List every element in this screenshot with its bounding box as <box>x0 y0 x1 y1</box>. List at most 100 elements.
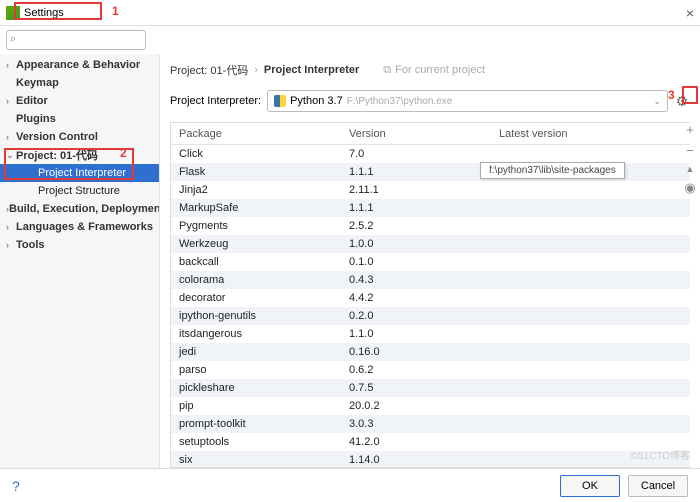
table-row[interactable]: MarkupSafe1.1.1 <box>171 199 690 217</box>
cell-version: 1.1.0 <box>341 328 491 340</box>
titlebar: Settings × <box>0 0 700 26</box>
cell-package: Pygments <box>171 220 341 232</box>
cell-version: 0.7.5 <box>341 382 491 394</box>
sidebar-item-label: Plugins <box>16 113 56 125</box>
cell-version: 2.5.2 <box>341 220 491 232</box>
sidebar-item[interactable]: Keymap <box>0 74 159 92</box>
interpreter-dropdown[interactable]: Python 3.7 F:\Python37\python.exe ⌄ <box>267 90 668 112</box>
chevron-down-icon: ⌄ <box>653 96 661 107</box>
sidebar-item-label: Languages & Frameworks <box>16 221 153 233</box>
caret-icon: › <box>6 60 16 70</box>
ok-button[interactable]: OK <box>560 475 620 497</box>
cell-version: 41.2.0 <box>341 436 491 448</box>
upgrade-package-button[interactable]: ▲ <box>686 164 695 174</box>
watermark: ©51CTO博客 <box>631 447 690 462</box>
col-latest[interactable]: Latest version <box>491 128 690 140</box>
cell-package: Werkzeug <box>171 238 341 250</box>
caret-icon: › <box>6 96 16 106</box>
sidebar-item[interactable]: ›Languages & Frameworks <box>0 218 159 236</box>
sidebar-item[interactable]: ›Version Control <box>0 128 159 146</box>
table-row[interactable]: jedi0.16.0 <box>171 343 690 361</box>
sidebar-item[interactable]: ›Tools <box>0 236 159 254</box>
cell-version: 0.4.3 <box>341 274 491 286</box>
cell-version: 20.0.2 <box>341 400 491 412</box>
sidebar-item[interactable]: ›Appearance & Behavior <box>0 56 159 74</box>
footer: ? OK Cancel <box>0 468 700 502</box>
cell-version: 4.4.2 <box>341 292 491 304</box>
table-body: Click7.0Flask1.1.1Jinja22.11.1MarkupSafe… <box>171 145 690 468</box>
cell-package: jedi <box>171 346 341 358</box>
show-paths-button[interactable]: ◉ <box>684 180 695 196</box>
cell-package: MarkupSafe <box>171 202 341 214</box>
caret-icon: › <box>6 240 16 250</box>
table-row[interactable]: colorama0.4.3 <box>171 271 690 289</box>
window-title: Settings <box>24 7 64 19</box>
cell-version: 0.6.2 <box>341 364 491 376</box>
table-row[interactable]: Werkzeug1.0.0 <box>171 235 690 253</box>
table-row[interactable]: setuptools41.2.0 <box>171 433 690 451</box>
caret-icon: › <box>6 132 16 142</box>
sidebar-item[interactable]: ⌄Project: 01-代码 <box>0 146 159 164</box>
cell-version: 1.14.0 <box>341 454 491 466</box>
package-actions: + − ▲ ◉ <box>680 122 700 196</box>
cell-version: 2.11.1 <box>341 184 491 196</box>
sidebar-item[interactable]: ›Editor <box>0 92 159 110</box>
cell-package: ipython-genutils <box>171 310 341 322</box>
interpreter-name: Python 3.7 <box>290 95 343 107</box>
col-version[interactable]: Version <box>341 128 491 140</box>
cell-package: Click <box>171 148 341 160</box>
table-row[interactable]: Pygments2.5.2 <box>171 217 690 235</box>
sidebar-item-label: Version Control <box>16 131 98 143</box>
table-row[interactable]: pickleshare0.7.5 <box>171 379 690 397</box>
table-row[interactable]: Jinja22.11.1 <box>171 181 690 199</box>
table-header: Package Version Latest version <box>171 123 690 145</box>
cell-version: 0.16.0 <box>341 346 491 358</box>
table-row[interactable]: six1.14.0 <box>171 451 690 468</box>
cell-package: parso <box>171 364 341 376</box>
cell-package: itsdangerous <box>171 328 341 340</box>
table-row[interactable]: backcall0.1.0 <box>171 253 690 271</box>
sidebar-item-label: Keymap <box>16 77 59 89</box>
cancel-button[interactable]: Cancel <box>628 475 688 497</box>
sidebar-item-label: Appearance & Behavior <box>16 59 140 71</box>
cell-package: colorama <box>171 274 341 286</box>
annotation-label-2: 2 <box>120 146 127 160</box>
caret-icon: › <box>6 222 16 232</box>
python-icon <box>274 95 286 107</box>
annotation-label-3: 3 <box>668 88 675 102</box>
breadcrumb-root: Project: 01-代码 <box>170 62 248 78</box>
cell-package: pip <box>171 400 341 412</box>
interpreter-row: Project Interpreter: Python 3.7 F:\Pytho… <box>170 88 690 114</box>
search-input[interactable] <box>6 30 146 50</box>
table-row[interactable]: parso0.6.2 <box>171 361 690 379</box>
table-row[interactable]: Click7.0 <box>171 145 690 163</box>
sidebar-item[interactable]: Project Structure <box>0 182 159 200</box>
sidebar-item[interactable]: ›Build, Execution, Deployment <box>0 200 159 218</box>
table-row[interactable]: pip20.0.2 <box>171 397 690 415</box>
remove-package-button[interactable]: − <box>686 143 694 158</box>
breadcrumb: Project: 01-代码 › Project Interpreter ⧉ F… <box>170 58 690 82</box>
search-row: ⌕ <box>0 26 700 54</box>
cell-package: Jinja2 <box>171 184 341 196</box>
table-row[interactable]: itsdangerous1.1.0 <box>171 325 690 343</box>
cell-package: setuptools <box>171 436 341 448</box>
help-icon[interactable]: ? <box>12 478 20 494</box>
table-row[interactable]: prompt-toolkit3.0.3 <box>171 415 690 433</box>
interpreter-label: Project Interpreter: <box>170 95 261 107</box>
sidebar: ›Appearance & BehaviorKeymap›EditorPlugi… <box>0 54 160 468</box>
cell-version: 0.2.0 <box>341 310 491 322</box>
cell-package: backcall <box>171 256 341 268</box>
gear-icon[interactable]: ⚙ <box>674 93 690 110</box>
add-package-button[interactable]: + <box>686 122 694 137</box>
col-package[interactable]: Package <box>171 128 341 140</box>
sidebar-item-label: Project Interpreter <box>38 167 126 179</box>
cell-package: prompt-toolkit <box>171 418 341 430</box>
search-icon: ⌕ <box>10 33 16 46</box>
sidebar-item[interactable]: Project Interpreter <box>0 164 159 182</box>
sidebar-item[interactable]: Plugins <box>0 110 159 128</box>
main-area: ›Appearance & BehaviorKeymap›EditorPlugi… <box>0 54 700 468</box>
app-icon <box>6 6 20 20</box>
table-row[interactable]: ipython-genutils0.2.0 <box>171 307 690 325</box>
close-icon[interactable]: × <box>686 5 694 21</box>
table-row[interactable]: decorator4.4.2 <box>171 289 690 307</box>
